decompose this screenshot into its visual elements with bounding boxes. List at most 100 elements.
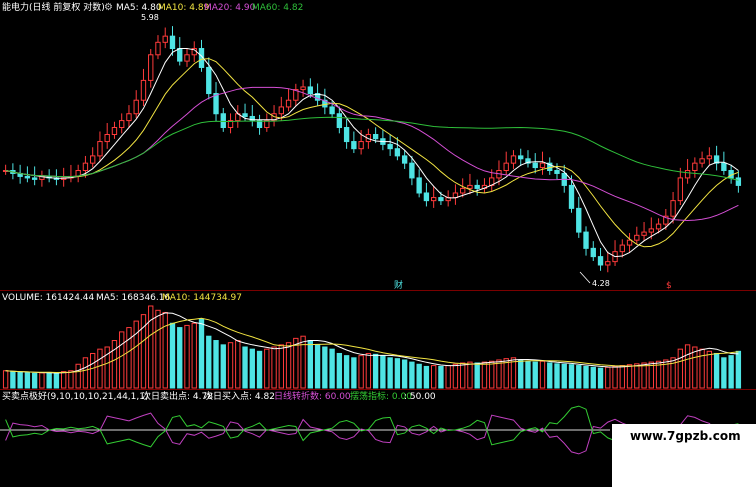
volume-bar	[300, 335, 306, 389]
candle-body	[394, 148, 401, 157]
ma20-line	[5, 86, 739, 222]
volume-bar	[706, 350, 713, 389]
candle-body	[532, 162, 538, 169]
candle-body	[169, 35, 176, 50]
volume-bar	[242, 346, 248, 389]
volume-bar	[249, 348, 255, 389]
volume-bar	[191, 322, 197, 389]
candle-body	[90, 155, 96, 164]
volume-bar	[605, 366, 611, 389]
volume-bar	[278, 344, 284, 389]
volume-bar	[576, 365, 582, 389]
volume-bar	[380, 355, 386, 389]
volume-bar	[699, 348, 705, 389]
candle-body	[387, 143, 393, 150]
volume-bar	[235, 340, 241, 389]
candle-body	[206, 66, 212, 95]
event-marker-dollar: $	[666, 281, 672, 291]
volume-bar	[119, 331, 125, 389]
volume-bar	[496, 359, 502, 389]
volume-bar	[539, 360, 546, 389]
osc-label-turn: 日线转折数: 60.00	[274, 390, 351, 402]
volume-ma5-label: MA5: 168346.16	[96, 293, 170, 303]
volume-bar	[46, 371, 52, 389]
candle-body	[518, 155, 524, 160]
volume-bar	[256, 350, 263, 389]
ma10-line	[5, 58, 739, 248]
osc-label-sell: 次日卖出点: 4.78	[142, 390, 213, 402]
volume-bar	[10, 371, 16, 389]
volume-bar	[314, 344, 321, 389]
volume-bar	[68, 370, 74, 389]
volume-bar	[416, 363, 422, 389]
candle-body	[97, 141, 103, 157]
volume-bar	[387, 357, 393, 389]
volume-bar	[111, 340, 118, 389]
volume-bar	[438, 365, 444, 389]
volume-bar	[401, 359, 408, 389]
candle-body	[111, 127, 118, 136]
volume-bar	[213, 340, 219, 389]
candle-body	[634, 234, 640, 241]
watermark-text: www.7gpzb.com	[630, 429, 741, 443]
volume-bar	[358, 355, 364, 389]
candle-body	[300, 86, 306, 91]
volume-bar	[336, 352, 343, 389]
volume-bar	[24, 372, 31, 389]
candle-body	[590, 247, 596, 258]
candle-body	[655, 223, 662, 230]
volume-bar	[184, 324, 190, 389]
candle-body	[474, 184, 480, 189]
volume-bar	[162, 311, 168, 389]
volume-bar	[423, 365, 430, 389]
volume-bar	[554, 363, 560, 389]
candle-body	[554, 169, 560, 174]
candle-body	[31, 177, 38, 180]
candle-body	[510, 155, 517, 164]
gear-icon[interactable]: ⚙	[104, 2, 113, 13]
candle-body	[409, 162, 415, 179]
candle-body	[372, 134, 379, 140]
candle-body	[307, 86, 314, 95]
volume-bar	[684, 344, 691, 389]
candle-body	[177, 48, 183, 62]
volume-bar	[177, 327, 183, 389]
volume-bar	[307, 340, 314, 389]
candle-body	[220, 113, 226, 129]
event-marker-cai: 财	[394, 279, 403, 291]
candle-body	[416, 177, 422, 194]
candle-body	[423, 192, 430, 202]
volume-title: VOLUME: 161424.44	[2, 293, 95, 303]
candle-body	[82, 162, 89, 171]
price-title: 能电力(日线 前复权 对数)	[2, 1, 105, 13]
ma60-label: MA60: 4.82	[252, 3, 303, 13]
candle-body	[430, 197, 437, 202]
volume-bar	[467, 361, 473, 389]
candle-body	[503, 162, 509, 171]
volume-bar	[227, 342, 234, 389]
candle-body	[699, 158, 705, 164]
volume-bar	[31, 372, 38, 389]
candle-body	[670, 200, 676, 217]
volume-bar	[133, 320, 139, 389]
candle-body	[24, 175, 31, 179]
candle-body	[706, 155, 713, 160]
volume-bar	[561, 363, 567, 389]
candle-body	[735, 177, 742, 186]
candle-body	[568, 184, 575, 209]
candle-body	[583, 231, 589, 249]
candle-body	[597, 256, 604, 266]
osc-label-swing: 摆荡指标: 0.00	[350, 390, 412, 402]
volume-bar	[641, 362, 647, 389]
candle-body	[605, 261, 611, 266]
candle-body	[213, 93, 219, 115]
volume-bar	[271, 346, 277, 389]
candle-body	[684, 169, 691, 179]
low-marker: 4.28	[592, 279, 610, 288]
volume-bar	[619, 365, 625, 389]
candle-body	[677, 177, 684, 202]
volume-bar	[612, 365, 618, 389]
volume-bar	[481, 361, 488, 389]
volume-bar	[17, 371, 23, 389]
candle-body	[148, 54, 154, 81]
